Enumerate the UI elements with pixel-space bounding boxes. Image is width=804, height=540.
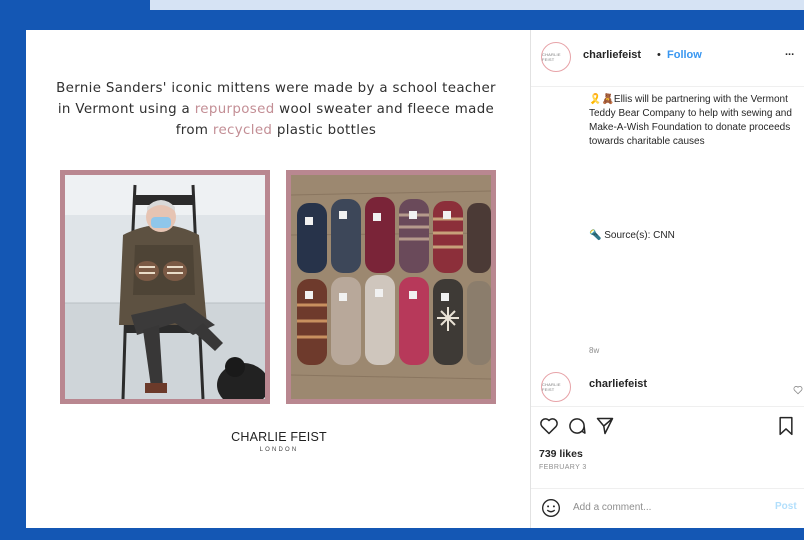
post-comment-button[interactable]: Post bbox=[775, 501, 797, 512]
header-divider bbox=[531, 86, 804, 87]
post-caption: 🎗️🧸Ellis will be partnering with the Ver… bbox=[589, 94, 792, 147]
bernie-illustration bbox=[65, 175, 265, 399]
comment-bar: Post bbox=[531, 488, 804, 528]
post-source: 🔦 Source(s): CNN bbox=[589, 230, 675, 241]
bookmark-icon[interactable] bbox=[777, 416, 795, 441]
action-bar bbox=[531, 416, 804, 438]
bernie-photo bbox=[60, 170, 270, 404]
comment-icon[interactable] bbox=[567, 416, 587, 441]
heart-icon[interactable] bbox=[539, 416, 559, 441]
post-header: CHARLIE FEIST charliefeist • Follow ... bbox=[531, 30, 804, 86]
post-time-ago[interactable]: 8w bbox=[589, 346, 599, 355]
comment-like-icon[interactable] bbox=[793, 382, 803, 400]
headline-accent-recycled: recycled bbox=[212, 123, 273, 138]
comment-avatar-text: CHARLIE FEIST bbox=[542, 382, 561, 392]
mittens-photo bbox=[286, 170, 496, 404]
window-highlight bbox=[150, 0, 804, 10]
header-username[interactable]: charliefeist bbox=[583, 49, 641, 61]
follow-button[interactable]: Follow bbox=[667, 49, 702, 61]
share-icon[interactable] bbox=[595, 416, 615, 441]
comment-username[interactable]: charliefeist bbox=[589, 378, 647, 390]
post-headline: Bernie Sanders' iconic mittens were made… bbox=[56, 78, 496, 141]
brand-name: CHARLIE FEIST bbox=[231, 430, 327, 444]
more-options-icon[interactable]: ... bbox=[785, 46, 794, 58]
brand-logo: CHARLIE FEIST LONDON bbox=[202, 430, 356, 453]
post-sidebar: CHARLIE FEIST charliefeist • Follow ... … bbox=[531, 30, 804, 528]
headline-text-3: plastic bottles bbox=[272, 123, 377, 138]
top-band bbox=[0, 0, 804, 10]
post-image[interactable]: Bernie Sanders' iconic mittens were made… bbox=[26, 30, 530, 528]
brand-subtitle: LONDON bbox=[259, 447, 299, 453]
emoji-icon[interactable] bbox=[541, 498, 561, 523]
avatar[interactable]: CHARLIE FEIST bbox=[541, 42, 571, 72]
instagram-post-window: Bernie Sanders' iconic mittens were made… bbox=[26, 30, 804, 528]
actions-divider bbox=[531, 406, 804, 407]
avatar-text: CHARLIE FEIST bbox=[542, 52, 561, 62]
post-date: FEBRUARY 3 bbox=[539, 464, 587, 471]
likes-count[interactable]: 739 likes bbox=[539, 448, 583, 460]
comment-input[interactable] bbox=[573, 499, 743, 515]
mittens-illustration bbox=[291, 175, 491, 399]
headline-accent-repurposed: repurposed bbox=[194, 102, 275, 117]
separator-dot: • bbox=[657, 49, 661, 61]
comment-avatar[interactable]: CHARLIE FEIST bbox=[541, 372, 571, 402]
